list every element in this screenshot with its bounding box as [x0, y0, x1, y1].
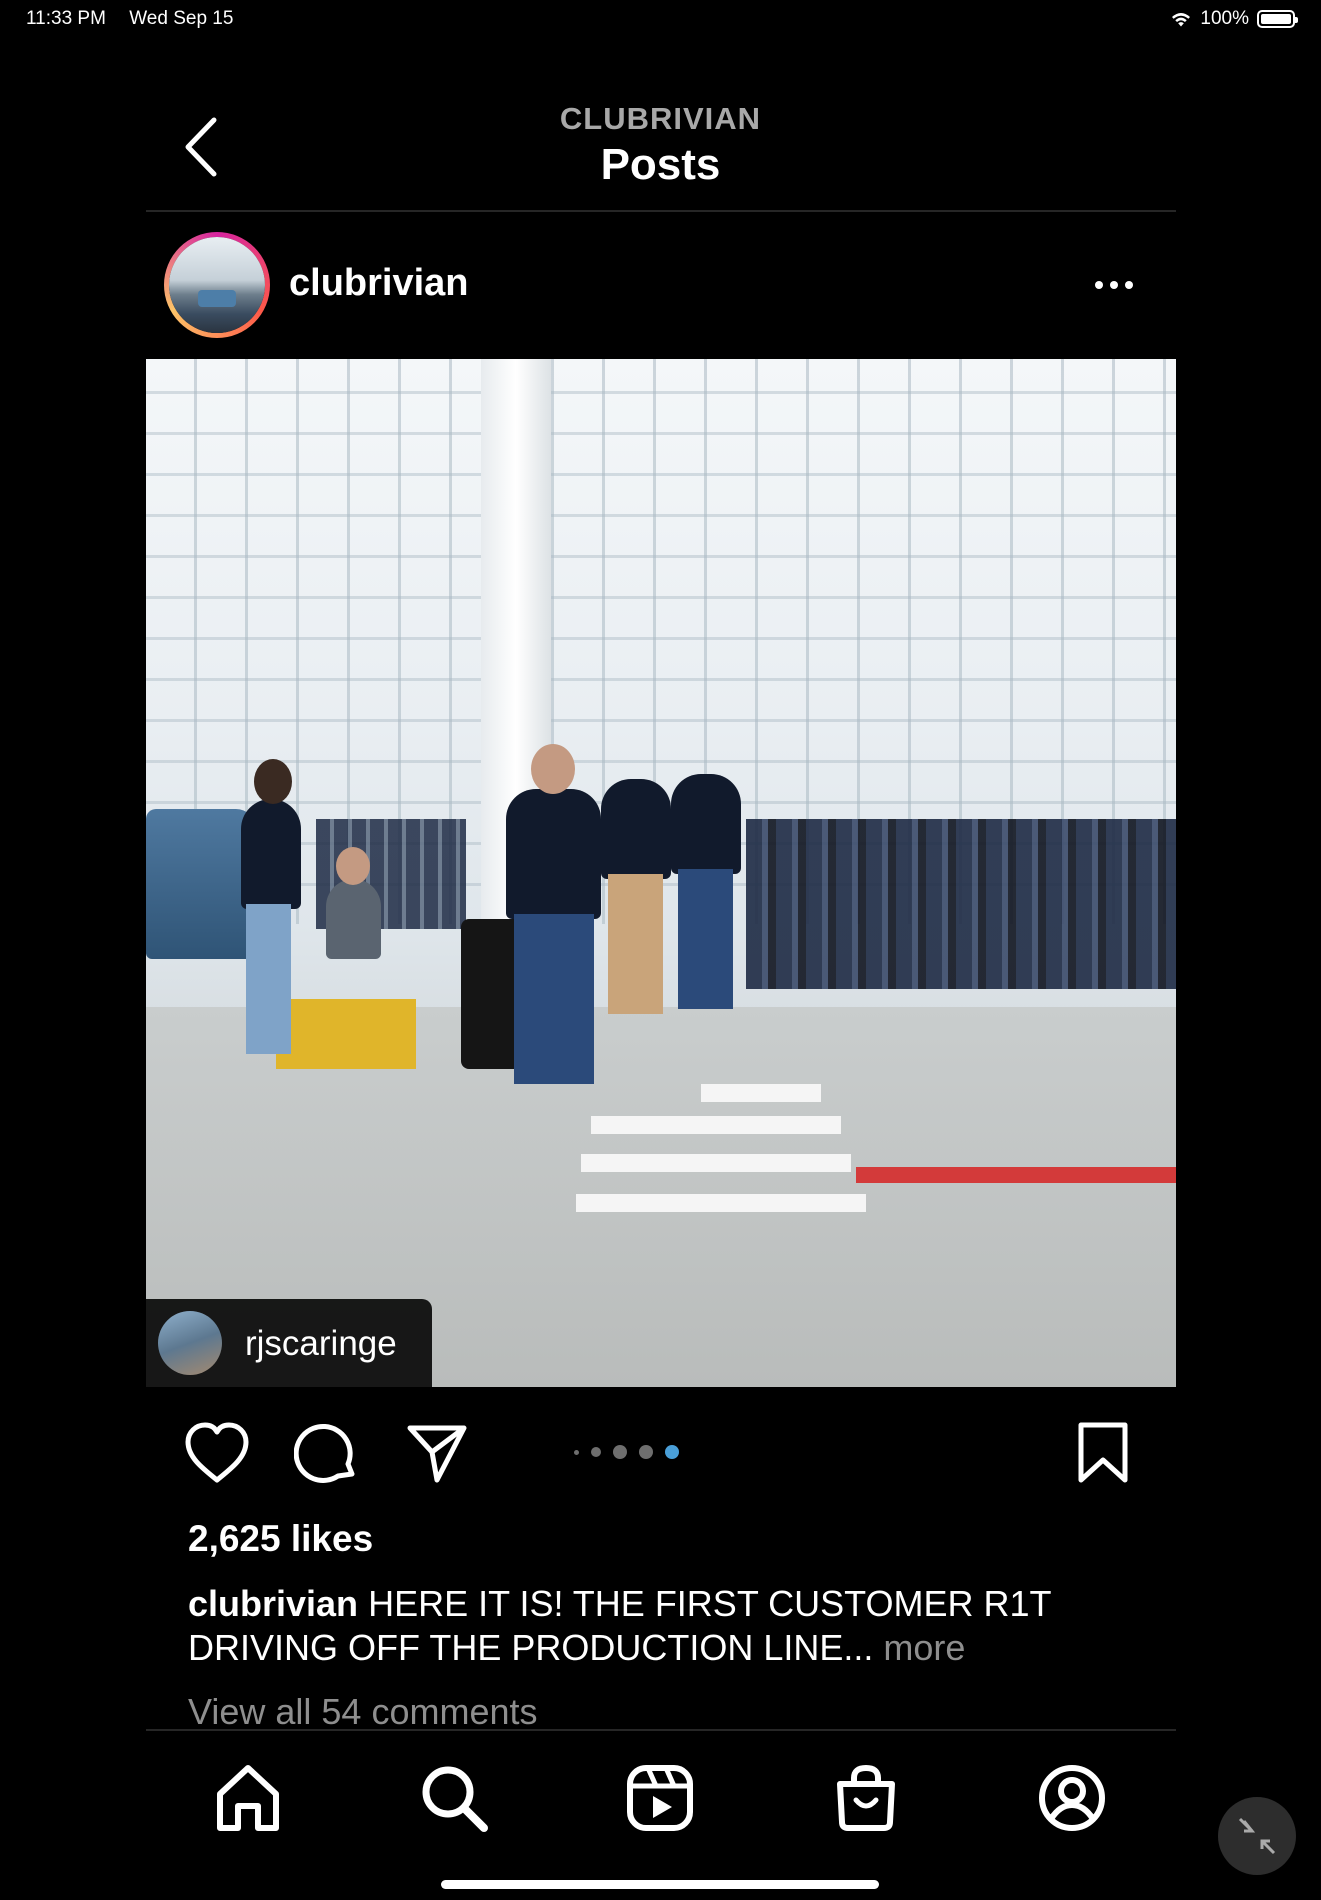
man-2-legs	[608, 874, 663, 1014]
share-button[interactable]	[404, 1420, 470, 1486]
more-options-button[interactable]	[1090, 270, 1138, 300]
avatar-image	[169, 237, 265, 333]
carousel-dot	[613, 1445, 627, 1459]
home-icon	[217, 1765, 279, 1831]
speaker-man-figure	[506, 789, 601, 919]
wifi-icon	[1172, 13, 1191, 27]
header-divider	[146, 210, 1176, 212]
share-icon	[407, 1425, 467, 1483]
yellow-step-stool	[276, 999, 416, 1069]
shop-icon	[837, 1764, 895, 1831]
status-time: 11:33 PM	[26, 8, 106, 29]
bookmark-icon	[1078, 1422, 1128, 1483]
heart-icon	[185, 1422, 249, 1483]
post-caption: clubrivian HERE IT IS! THE FIRST CUSTOME…	[188, 1582, 1168, 1670]
nav-reels[interactable]	[622, 1760, 698, 1836]
floor-stripe	[576, 1194, 866, 1212]
battery-level	[1261, 14, 1291, 24]
floor-stripe	[591, 1116, 841, 1134]
man-3-legs	[678, 869, 733, 1009]
nav-divider	[146, 1729, 1176, 1731]
carousel-dot	[574, 1449, 579, 1455]
search-icon	[422, 1766, 488, 1832]
battery-percent: 100%	[1200, 8, 1249, 29]
post-image[interactable]	[146, 359, 1176, 1387]
carousel-indicator	[574, 1445, 679, 1459]
page-title: Posts	[600, 140, 721, 189]
caption-username[interactable]: clubrivian	[188, 1583, 358, 1624]
avatar-car-shape	[197, 289, 237, 308]
floor-stop-marking	[856, 1167, 1176, 1183]
nav-shop[interactable]	[828, 1760, 904, 1836]
child-figure	[326, 879, 381, 959]
crowd-right	[746, 819, 1176, 989]
more-horizontal-icon	[1095, 281, 1133, 289]
status-bar-right: 100%	[1170, 8, 1298, 30]
child-head	[336, 847, 370, 885]
woman-head	[254, 759, 292, 804]
reels-icon	[627, 1765, 693, 1831]
carousel-dot	[591, 1447, 601, 1457]
woman-legs	[246, 904, 291, 1054]
carousel-dot-active	[665, 1445, 679, 1459]
account-subtitle: CLUBRIVIAN	[559, 101, 762, 136]
comment-icon	[293, 1424, 355, 1483]
collapse-button[interactable]	[1218, 1797, 1296, 1875]
tagged-username[interactable]: rjscaringe	[245, 1324, 397, 1364]
woman-figure	[241, 799, 301, 909]
speaker-man-head	[531, 744, 575, 794]
status-bar-left: 11:33 PM Wed Sep 15	[26, 8, 233, 30]
blue-truck	[146, 809, 256, 959]
like-button[interactable]	[182, 1420, 252, 1486]
man-3-figure	[671, 774, 741, 874]
nav-search[interactable]	[416, 1760, 492, 1836]
speaker-man-legs	[514, 914, 594, 1084]
nav-home[interactable]	[210, 1760, 286, 1836]
battery-icon	[1257, 10, 1298, 28]
floor-stripe	[701, 1084, 821, 1102]
carousel-dot	[639, 1445, 653, 1459]
profile-icon	[1039, 1765, 1105, 1831]
status-date: Wed Sep 15	[129, 8, 234, 29]
collapse-arrows-icon	[1238, 1817, 1276, 1855]
tagged-user-avatar	[158, 1311, 222, 1375]
home-indicator[interactable]	[441, 1880, 879, 1889]
caption-more-link[interactable]: more	[883, 1627, 965, 1668]
nav-profile[interactable]	[1034, 1760, 1110, 1836]
floor-stripe	[581, 1154, 851, 1172]
save-button[interactable]	[1075, 1420, 1131, 1486]
comment-button[interactable]	[293, 1420, 360, 1486]
profile-avatar[interactable]	[164, 232, 270, 338]
view-comments-link[interactable]: View all 54 comments	[188, 1691, 538, 1733]
man-2-figure	[601, 779, 671, 879]
post-username[interactable]: clubrivian	[289, 262, 469, 305]
likes-count[interactable]: 2,625 likes	[188, 1518, 373, 1560]
